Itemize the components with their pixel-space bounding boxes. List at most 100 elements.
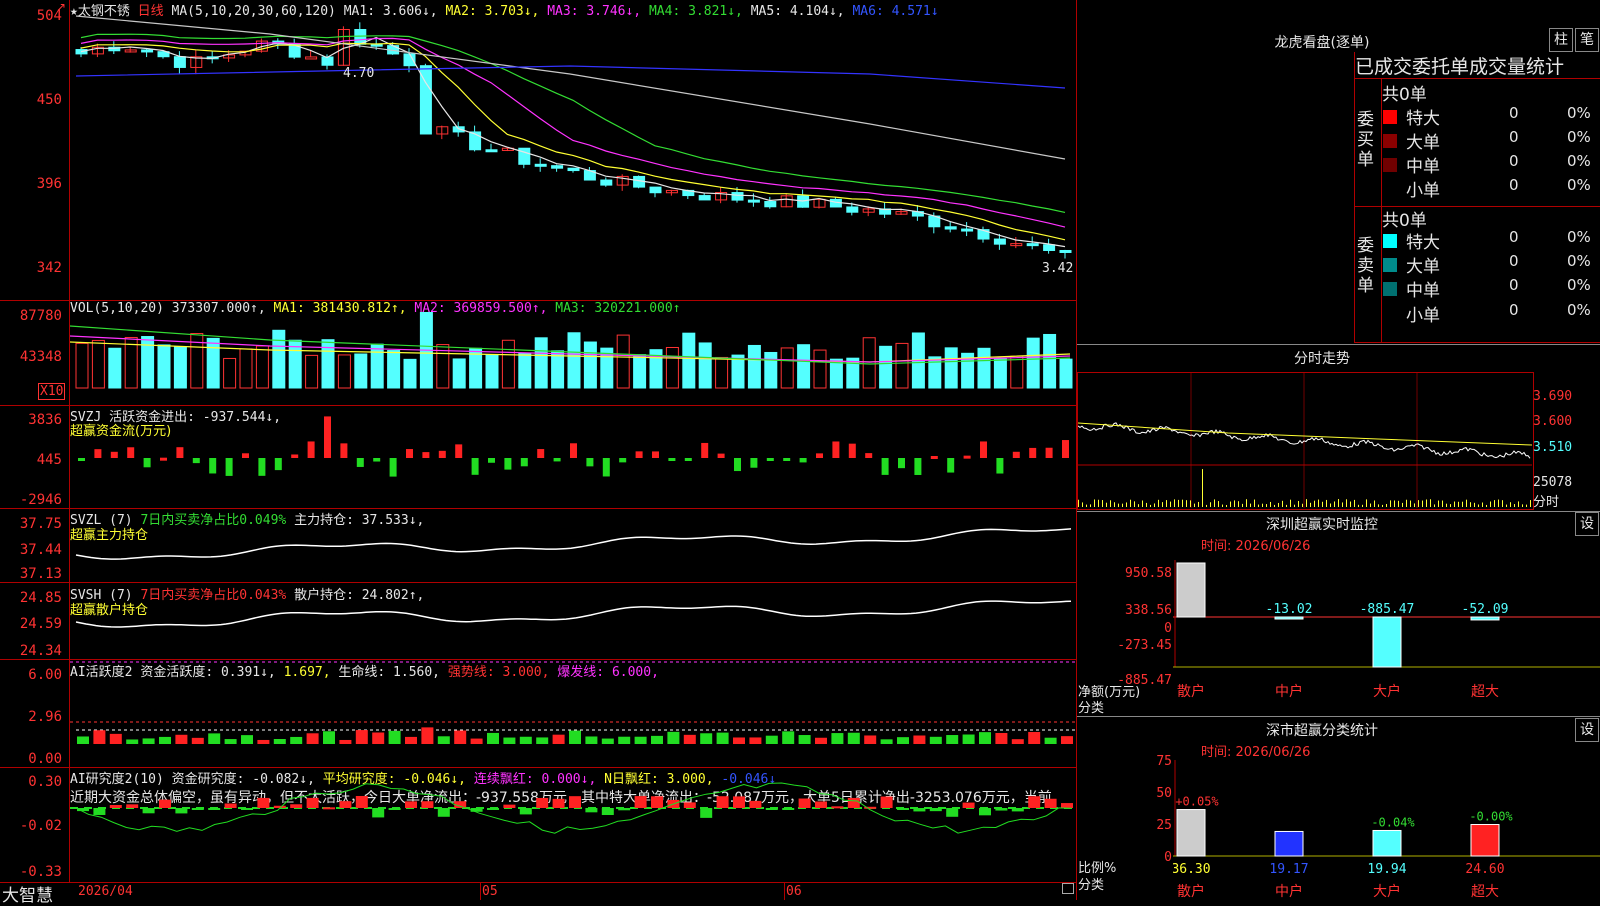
flow-bar <box>750 458 758 468</box>
fenshi-vol-bar <box>1290 499 1291 507</box>
flow-bar <box>717 453 725 458</box>
fenshi-axis-label: 3.510 <box>1533 440 1573 455</box>
volume-bar <box>518 352 532 389</box>
volume-chart[interactable] <box>70 312 1076 404</box>
research-bar <box>208 808 221 810</box>
bar-mode-button[interactable]: 柱 <box>1549 28 1573 52</box>
monitor-chart[interactable]: 950.58 散户 -13.02 中户 -885.47 大户 -52.09 超大 <box>1173 560 1600 715</box>
flow-bar <box>832 441 840 458</box>
classify-axis-label: 75 <box>1156 754 1172 769</box>
ai1-axis-label: 2.96 <box>28 709 62 725</box>
fenshi-vol-bar <box>1158 499 1159 507</box>
volume-bar <box>370 343 384 389</box>
tick-mode-button[interactable]: 笔 <box>1575 28 1599 52</box>
fenshi-vol-bar <box>1366 499 1367 507</box>
fenshi-vol-bar <box>1194 503 1195 507</box>
activity-bar <box>159 736 171 744</box>
flow-bar <box>570 443 577 458</box>
sell-row-pct: 0% <box>1567 252 1591 270</box>
flow-bar <box>160 457 167 461</box>
activity-bar <box>847 732 860 744</box>
volume-bar <box>452 358 466 389</box>
ratio-value-label: 24.60 <box>1465 862 1504 877</box>
section-divider <box>1077 344 1600 345</box>
ma6-line <box>75 65 1066 89</box>
flow-bar <box>996 458 1004 474</box>
flow-bar <box>438 450 446 458</box>
activity-bar <box>585 736 598 744</box>
fenshi-vol-bar <box>1110 500 1111 507</box>
activity-bar <box>339 739 352 744</box>
activity-bar <box>1044 737 1057 744</box>
svzl-chart[interactable] <box>70 509 1076 582</box>
fenshi-vol-bar <box>1414 503 1415 507</box>
classify-title: 深市超赢分类统计 <box>1266 723 1378 739</box>
ratio-change-label: -0.00% <box>1469 810 1513 824</box>
category-label: 中户 <box>1275 683 1303 700</box>
volume-bar <box>1026 337 1040 389</box>
net-bar <box>1274 616 1304 620</box>
fenshi-vol-bar <box>1222 504 1223 507</box>
fenshi-vol-bar <box>1482 502 1483 507</box>
fenshi-vol-bar <box>1210 502 1211 507</box>
fenshi-vol-bar <box>1146 502 1147 507</box>
activity-bar <box>618 736 631 744</box>
fenshi-vol-bar <box>1226 504 1227 507</box>
svsh-axis-label: 24.85 <box>19 590 62 606</box>
fenshi-vol-bar <box>1198 501 1199 507</box>
activity-bar <box>241 735 253 744</box>
research-bar <box>109 805 122 808</box>
fenshi-vol-bar <box>1142 500 1143 507</box>
candle <box>600 179 613 186</box>
volume-bar <box>272 329 286 389</box>
flow-bar <box>274 458 282 471</box>
activity-bar <box>601 738 614 744</box>
activity-bar <box>979 732 991 744</box>
research-bar <box>470 808 483 812</box>
fenshi-vol-bar <box>1166 500 1167 507</box>
research-bar <box>569 796 581 808</box>
candle <box>944 226 957 230</box>
volume-bar <box>206 337 220 389</box>
candle <box>731 192 744 201</box>
research-bar <box>126 804 139 808</box>
volume-bar <box>403 358 417 389</box>
research-bar <box>716 796 729 808</box>
category-label: 散户 <box>1177 683 1205 700</box>
ratio-bar <box>1274 830 1304 857</box>
fenshi-vol-bar <box>1318 499 1319 507</box>
research-bar <box>1028 796 1041 808</box>
monitor-settings-button[interactable]: 设 <box>1575 512 1599 536</box>
svsh-chart[interactable] <box>70 584 1076 659</box>
ai2-chart[interactable] <box>70 768 1076 882</box>
sell-row-pct: 0% <box>1567 276 1591 294</box>
kline-chart[interactable] <box>70 14 1076 300</box>
lock-icon[interactable] <box>1062 883 1074 894</box>
svzj-axis-label: 3836 <box>28 412 62 428</box>
flow-bar <box>225 458 233 476</box>
fenshi-vol-bar <box>1494 500 1495 507</box>
research-bar <box>487 808 499 810</box>
fenshi-vol-bar <box>1302 503 1303 507</box>
fenshi-vol-bar <box>1306 499 1307 507</box>
volume-bar <box>1043 333 1057 389</box>
research-bar <box>651 796 663 808</box>
chart-area[interactable]: ★太钢不锈 日线 MA(5,10,20,30,60,120) MA1: 3.60… <box>0 0 1077 906</box>
flow-bar <box>488 458 495 463</box>
classify-settings-button[interactable]: 设 <box>1575 718 1599 742</box>
svzj-chart[interactable] <box>70 410 1076 507</box>
activity-bar <box>142 738 155 744</box>
longhu-frame <box>1354 342 1600 343</box>
fenshi-vol-bar <box>1082 502 1083 507</box>
volume-bar <box>141 336 155 389</box>
extra-large-swatch <box>1383 234 1397 248</box>
medium-swatch <box>1383 158 1397 172</box>
research-bar <box>995 808 1008 811</box>
ai1-chart[interactable] <box>70 660 1076 767</box>
fenshi-vol-bar <box>1418 500 1419 507</box>
activity-bar <box>487 732 499 744</box>
vol-axis-label: 87780 <box>19 308 62 324</box>
fenshi-chart[interactable] <box>1078 373 1532 508</box>
research-bar <box>142 808 155 814</box>
classify-chart[interactable]: +0.05% 36.30 散户 19.17 中户 -0.04% 19.94 大户 -0.00% 2… <box>1173 760 1600 900</box>
